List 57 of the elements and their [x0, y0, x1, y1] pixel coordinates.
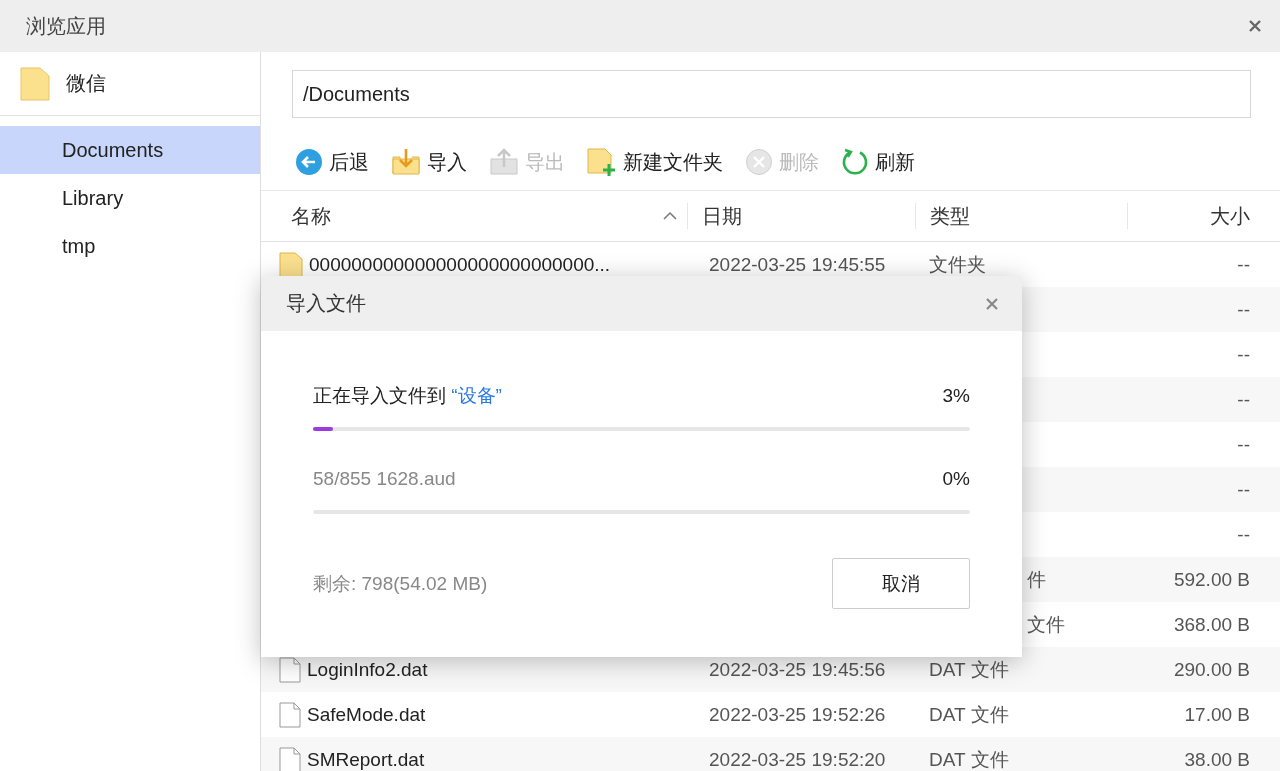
- dialog-title: 导入文件: [286, 291, 366, 316]
- close-icon: [986, 297, 998, 310]
- toolbar-button[interactable]: 刷新: [837, 148, 919, 176]
- size-cell: --: [1237, 343, 1250, 366]
- column-header[interactable]: 名称: [261, 191, 687, 241]
- file-icon: [279, 701, 301, 728]
- progress-label: 正在导入文件到 “设备”: [313, 384, 502, 408]
- progress-percent: 0%: [942, 468, 970, 490]
- type-cell-text: DAT 文件: [929, 702, 1009, 727]
- current-file-label: 58/855 1628.aud: [313, 468, 456, 490]
- type-cell-text: DAT 文件: [929, 657, 1009, 682]
- type-cell-text: 件: [1027, 567, 1046, 592]
- column-header[interactable]: 日期: [687, 203, 915, 229]
- remaining-label: 剩余: 798(54.02 MB): [313, 571, 488, 596]
- folder-icon: [20, 66, 50, 101]
- size-cell: 592.00 B: [1173, 568, 1250, 591]
- cancel-button[interactable]: 取消: [832, 558, 970, 609]
- export-icon: [489, 147, 519, 177]
- date-cell: 2022-03-25 19:45:56: [709, 658, 886, 681]
- date-cell: 2022-03-25 19:52:26: [709, 703, 886, 726]
- sidebar-item[interactable]: Documents: [0, 126, 260, 174]
- type-cell-text: 文件夹: [929, 252, 986, 277]
- close-icon: [1248, 19, 1262, 33]
- type-cell-text: DAT 文件: [929, 747, 1009, 771]
- path-field[interactable]: /Documents: [292, 70, 1251, 118]
- file-name[interactable]: SMReport.dat: [307, 748, 425, 771]
- size-cell: 38.00 B: [1184, 748, 1250, 771]
- size-cell: 368.00 B: [1173, 613, 1250, 636]
- delete-icon: [745, 148, 773, 176]
- size-cell: --: [1237, 298, 1250, 321]
- toolbar-button[interactable]: 后退: [291, 148, 373, 176]
- size-cell: --: [1237, 478, 1250, 501]
- type-cell-text: 文件: [1027, 612, 1065, 637]
- file-name[interactable]: LoginInfo2.dat: [307, 658, 428, 681]
- toolbar-button[interactable]: 导入: [387, 147, 471, 177]
- size-cell: --: [1237, 433, 1250, 456]
- size-cell: --: [1237, 253, 1250, 276]
- toolbar-button[interactable]: 新建文件夹: [583, 147, 727, 177]
- size-cell: --: [1237, 388, 1250, 411]
- date-cell: 2022-03-25 19:45:55: [709, 253, 886, 276]
- column-header[interactable]: 大小: [1127, 203, 1280, 229]
- column-header[interactable]: 类型: [915, 203, 1127, 229]
- sidebar-item[interactable]: tmp: [0, 222, 260, 270]
- folder-icon: [279, 251, 303, 278]
- progress-percent: 3%: [942, 385, 970, 407]
- size-cell: --: [1237, 523, 1250, 546]
- import-icon: [391, 147, 421, 177]
- date-cell: 2022-03-25 19:52:20: [709, 748, 886, 771]
- size-cell: 17.00 B: [1184, 703, 1250, 726]
- refresh-icon: [841, 148, 869, 176]
- window-title: 浏览应用: [26, 13, 106, 39]
- app-name: 微信: [66, 71, 106, 96]
- size-cell: 290.00 B: [1173, 658, 1250, 681]
- sidebar-item[interactable]: Library: [0, 174, 260, 222]
- file-name[interactable]: 000000000000000000000000000...: [309, 253, 611, 276]
- file-name[interactable]: SafeMode.dat: [307, 703, 426, 726]
- new-folder-icon: [587, 147, 617, 177]
